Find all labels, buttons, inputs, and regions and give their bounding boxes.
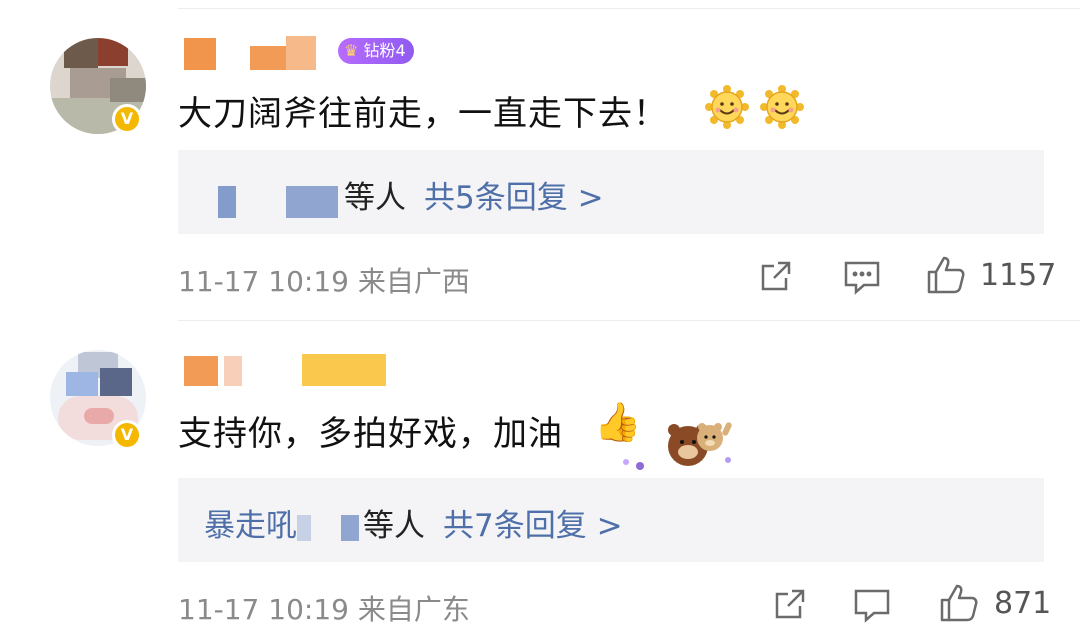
fan-badge[interactable]: ♛ 钻粉4	[338, 38, 414, 64]
reply-preview-box[interactable]: 暴走吼 等人 共7条回复 >	[178, 478, 1044, 562]
replier-name[interactable]: 暴走吼	[204, 508, 297, 544]
comment-meta: 11-17 10:19 来自广西	[178, 265, 470, 298]
like-count: 871	[994, 586, 1052, 621]
replier-name-pixel	[341, 514, 359, 541]
username-pixel	[286, 36, 316, 70]
bear-sticker	[623, 422, 732, 470]
thumbs-up-icon[interactable]	[925, 254, 967, 296]
comment-icon[interactable]	[842, 258, 882, 296]
comment-divider	[178, 320, 1080, 321]
comment-text: 大刀阔斧往前走，一直走下去！	[178, 94, 668, 134]
comment-meta: 11-17 10:19 来自广东	[178, 593, 470, 626]
reply-who: 等人	[344, 180, 406, 216]
fan-badge-icon: ♛	[344, 41, 359, 60]
reply-summary: 等人 共5条回复 >	[344, 172, 604, 217]
avatar-pixel	[100, 368, 132, 396]
comment-text: 支持你，多拍好戏，加油	[178, 414, 563, 454]
verified-badge: V	[112, 420, 142, 450]
fan-badge-label: 钻粉4	[363, 41, 406, 60]
username-pixel	[184, 38, 216, 70]
sun-smile-emoji	[705, 85, 749, 129]
avatar-pixel	[66, 372, 98, 396]
view-replies-link[interactable]: 共5条回复 >	[424, 180, 604, 216]
username[interactable]	[184, 36, 324, 72]
reply-who: 等人	[363, 508, 425, 544]
comment-icon[interactable]	[852, 586, 892, 624]
replier-name-pixel	[286, 186, 338, 218]
username-pixel	[224, 356, 242, 386]
share-icon[interactable]	[758, 258, 794, 294]
top-divider	[178, 8, 1080, 9]
reply-preview-box[interactable]: 等人 共5条回复 >	[178, 150, 1044, 234]
username-pixel	[184, 356, 218, 386]
view-replies-link[interactable]: 共7条回复 >	[443, 508, 623, 544]
thumbs-up-icon[interactable]	[938, 582, 980, 624]
avatar-pixel	[84, 408, 114, 424]
sun-smile-emoji	[760, 85, 804, 129]
reply-summary: 暴走吼 等人 共7条回复 >	[204, 500, 623, 545]
replier-name-pixel	[297, 514, 311, 541]
avatar-pixel	[98, 38, 128, 66]
share-icon[interactable]	[772, 586, 808, 622]
replier-name-pixel	[218, 186, 236, 218]
username[interactable]	[184, 352, 394, 388]
like-count: 1157	[980, 258, 1057, 293]
verified-badge: V	[112, 104, 142, 134]
avatar-pixel	[64, 38, 98, 68]
avatar-pixel	[110, 78, 146, 102]
username-pixel	[250, 46, 286, 70]
username-pixel	[302, 354, 386, 386]
